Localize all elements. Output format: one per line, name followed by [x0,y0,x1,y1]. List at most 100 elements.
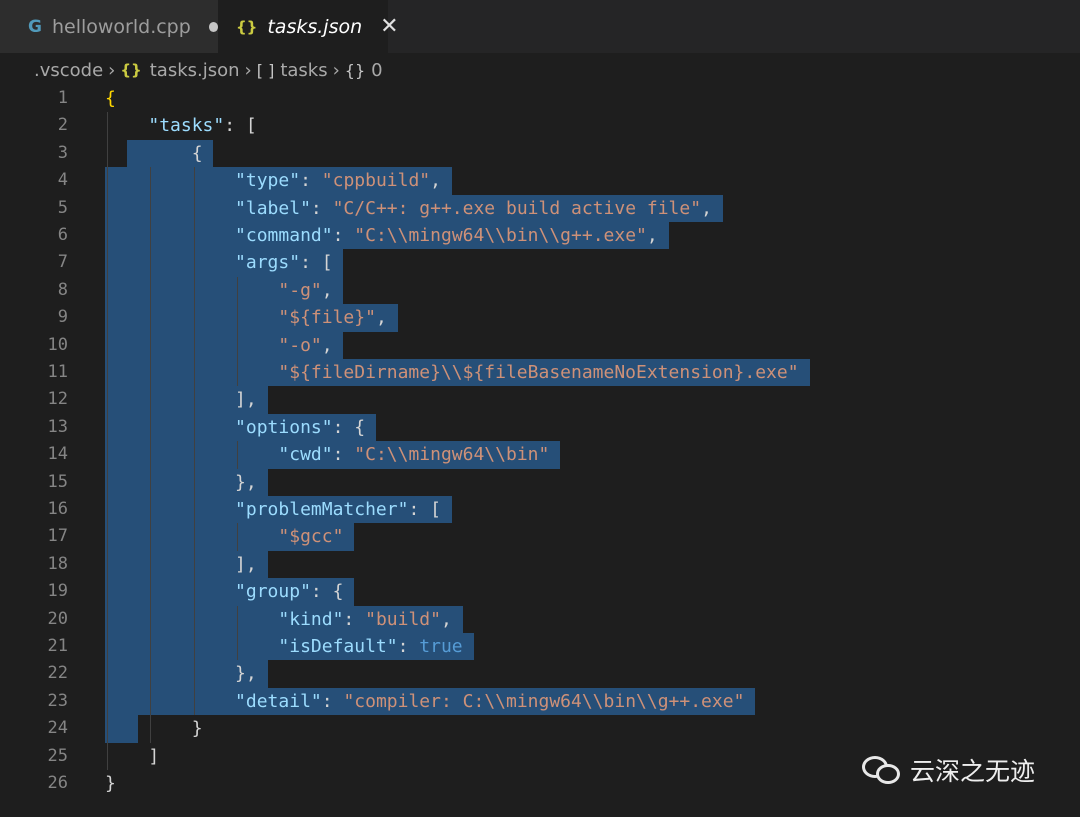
code-text: { [191,142,203,164]
code-line[interactable]: 7 "args": [ [0,249,1080,277]
code-text: "args": [ [235,252,333,274]
line-number: 1 [57,88,68,108]
code-line[interactable]: 22 }, [0,660,1080,688]
breadcrumb-array[interactable]: tasks [280,60,327,81]
line-number: 10 [47,334,68,355]
code-text: "kind": "build", [278,608,452,630]
line-number: 17 [47,526,68,547]
line-number: 23 [47,690,68,711]
cpp-file-icon: G [28,16,42,37]
indent-guide [107,112,108,770]
tab-bar: G helloworld.cpp {} tasks.json ✕ [0,0,1080,53]
code-line[interactable]: 17 "$gcc" [0,523,1080,551]
line-number: 3 [57,142,68,163]
code-text: }, [235,663,257,685]
code-text: "problemMatcher": [ [235,499,441,520]
code-line[interactable]: 19 "group": { [0,578,1080,606]
code-line[interactable]: 16 "problemMatcher": [ [0,496,1080,524]
code-line[interactable]: 15 }, [0,468,1080,496]
code-text: ], [235,389,257,411]
line-number: 14 [47,444,68,465]
indent-guide [237,441,239,469]
code-text: "-g", [278,279,333,301]
watermark: 云深之无迹 [862,752,1035,788]
code-text: "type": "cppbuild", [235,170,441,192]
code-text: "tasks": [ [148,115,257,137]
code-editor[interactable]: 1{2 "tasks": [3 {4 "type": "cppbuild", 5 … [0,84,1080,817]
code-line[interactable]: 9 "${file}", [0,304,1080,332]
indent-guide [150,167,152,743]
line-number: 8 [57,279,68,300]
breadcrumb: .vscode › {} tasks.json › [ ] tasks › {}… [34,56,383,84]
code-text: ] [148,745,160,767]
code-line[interactable]: 5 "label": "C/C++: g++.exe build active … [0,194,1080,222]
code-line[interactable]: 2 "tasks": [ [0,112,1080,139]
code-line[interactable]: 10 "-o", [0,331,1080,359]
code-text: } [105,773,116,794]
code-text: "-o", [278,334,333,356]
code-text: } [191,718,203,740]
line-number: 4 [57,170,68,191]
indent-guide [237,523,239,551]
line-number: 7 [57,252,68,273]
line-number: 13 [47,416,68,437]
code-text: "${fileDirname}\\${fileBasenameNoExtensi… [278,362,799,383]
json-file-icon: {} [120,61,142,79]
code-line[interactable]: 18 ], [0,550,1080,579]
code-text: "detail": "compiler: C:\\mingw64\\bin\\g… [235,690,745,712]
close-icon[interactable]: ✕ [380,14,398,39]
line-number: 5 [57,197,68,218]
code-line[interactable]: 14 "cwd": "C:\\mingw64\\bin" [0,441,1080,469]
line-number: 6 [57,225,68,245]
indent-guide [193,167,195,716]
code-line[interactable]: 12 ], [0,386,1080,414]
line-number: 12 [47,389,68,410]
code-line[interactable]: 6 "command": "C:\\mingw64\\bin\\g++.exe"… [0,222,1080,250]
code-text: { [105,88,116,109]
code-line[interactable]: 3 { [0,139,1080,168]
tab-tasks-json[interactable]: {} tasks.json ✕ [218,0,399,53]
indent-guide [237,276,239,387]
line-number: 25 [47,745,68,766]
code-line[interactable]: 8 "-g", [0,276,1080,305]
code-line[interactable]: 20 "kind": "build", [0,605,1080,633]
array-symbol-icon: [ ] [256,60,275,80]
breadcrumb-file[interactable]: tasks.json [150,60,240,81]
code-text: "$gcc" [278,526,344,548]
code-line[interactable]: 21 "isDefault": true [0,633,1080,661]
object-symbol-icon: {} [344,60,366,80]
line-number: 21 [47,636,68,656]
code-text: "options": { [235,416,366,438]
line-number: 11 [47,362,68,382]
breadcrumb-object[interactable]: 0 [371,60,382,81]
code-line[interactable]: 13 "options": { [0,413,1080,442]
code-text: }, [235,471,257,493]
chevron-right-icon: › [108,59,116,81]
code-line[interactable]: 11 "${fileDirname}\\${fileBasenameNoExte… [0,359,1080,387]
code-text: "cwd": "C:\\mingw64\\bin" [278,444,550,466]
code-line[interactable]: 23 "detail": "compiler: C:\\mingw64\\bin… [0,687,1080,716]
line-number: 26 [47,773,68,793]
wechat-icon [862,754,902,786]
code-text: "group": { [235,581,344,603]
tab-label: helloworld.cpp [51,15,191,38]
breadcrumb-folder[interactable]: .vscode [34,60,103,81]
line-number: 16 [47,499,68,519]
tab-helloworld-cpp[interactable]: G helloworld.cpp [0,0,218,53]
code-line[interactable]: 24 } [0,715,1080,743]
unsaved-dot-icon[interactable] [208,21,218,32]
line-number: 2 [57,115,68,136]
line-number: 9 [57,307,68,328]
chevron-right-icon: › [244,59,252,81]
json-file-icon: {} [236,17,258,36]
code-line[interactable]: 1{ [0,85,1080,112]
code-line[interactable]: 4 "type": "cppbuild", [0,167,1080,195]
tab-label: tasks.json [267,15,363,38]
watermark-text: 云深之无迹 [910,757,1036,786]
line-number: 20 [47,608,68,629]
code-text: ], [235,553,257,575]
line-number: 18 [47,553,68,574]
chevron-right-icon: › [332,59,340,81]
indent-guide [237,605,239,661]
line-number: 24 [47,718,68,739]
